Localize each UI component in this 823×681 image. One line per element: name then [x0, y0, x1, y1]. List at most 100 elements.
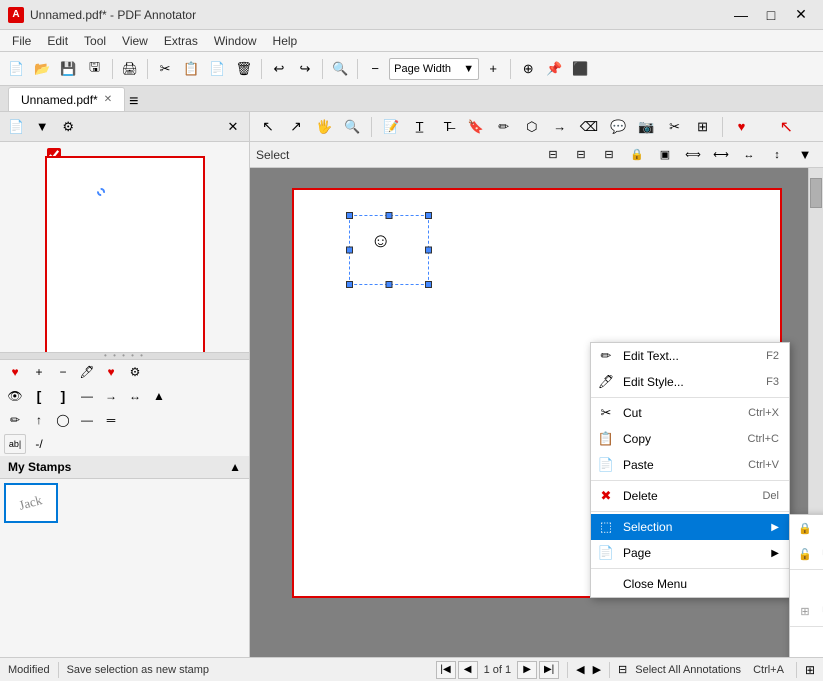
sub-group[interactable]: ▣ Group [790, 572, 823, 598]
arrow-tool[interactable]: ↗ [284, 114, 308, 140]
navigate-forward-btn[interactable]: ▶ [593, 663, 601, 676]
copy-button[interactable]: 📋 [179, 56, 203, 82]
status-stamp-btn[interactable]: ⊟ [618, 663, 627, 676]
navigate-back-btn[interactable]: ◀ [576, 663, 584, 676]
more-sec[interactable]: ▼ [793, 142, 817, 168]
ctx-selection[interactable]: ⬚ Selection ▶ 🔒 Lock 🔓 Unlock ▣ [591, 514, 789, 540]
grid-view-btn[interactable]: ⊞ [805, 663, 815, 677]
undo-button[interactable]: ↩ [267, 56, 291, 82]
scroll-up-btn[interactable]: ▲ [148, 386, 170, 406]
paste-button[interactable]: 📄 [205, 56, 229, 82]
tab-unnamed-pdf[interactable]: Unnamed.pdf* ✕ [8, 87, 125, 111]
bracket-l-btn[interactable]: [ [28, 386, 50, 406]
highlight-tool[interactable]: 📝 [379, 114, 403, 140]
delete-button[interactable]: 🗑 [231, 56, 256, 82]
menu-file[interactable]: File [4, 32, 39, 50]
panel-drop-btn[interactable]: ▼ [30, 114, 54, 140]
ctx-page[interactable]: 📄 Page ▶ [591, 540, 789, 566]
dist-v[interactable]: ⟷ [709, 142, 733, 168]
stamps-collapse-icon[interactable]: ▲ [229, 460, 241, 474]
zoom-out-button[interactable]: − [363, 56, 387, 82]
menu-tool[interactable]: Tool [76, 32, 114, 50]
dash-btn[interactable]: — [76, 410, 98, 430]
menu-extras[interactable]: Extras [156, 32, 206, 50]
group-btn[interactable]: ▣ [653, 142, 677, 168]
stamp-item[interactable]: Jack [4, 483, 58, 523]
new-button[interactable]: 📄 [4, 56, 28, 82]
save-button[interactable]: 💾 [56, 56, 80, 82]
tab-close-icon[interactable]: ✕ [104, 94, 112, 105]
align-center[interactable]: ⊟ [569, 142, 593, 168]
underline-tool[interactable]: T̲ [408, 114, 432, 140]
close-button[interactable]: ✕ [787, 4, 815, 26]
crop-tool[interactable]: ✂ [663, 114, 687, 140]
panel-divider[interactable]: • • • • • [0, 352, 249, 360]
tb-btn-8[interactable]: 📌 [542, 56, 566, 82]
sub-lock[interactable]: 🔒 Lock [790, 515, 823, 541]
minus-btn[interactable]: − [52, 362, 74, 382]
floppy-button[interactable]: 🖫 [83, 56, 107, 82]
first-page-btn[interactable]: |◀ [436, 661, 456, 679]
sub-align[interactable]: ≡ Align ▶ [790, 629, 823, 655]
pen-tool[interactable]: ✏ [492, 114, 516, 140]
eye-btn[interactable]: 👁 [4, 386, 26, 406]
heart-tool[interactable]: ♥ [730, 114, 754, 140]
minimize-button[interactable]: — [727, 4, 755, 26]
arrow2-tool[interactable]: → [548, 114, 572, 140]
settings-btn[interactable]: ⚙ [124, 362, 146, 382]
ctx-edit-style[interactable]: 🖊 Edit Style... F3 [591, 369, 789, 395]
ctx-paste[interactable]: 📄 Paste Ctrl+V [591, 452, 789, 478]
maximize-button[interactable]: □ [757, 4, 785, 26]
select-tool[interactable]: ↖ [256, 114, 280, 140]
ctx-close-menu[interactable]: Close Menu [591, 571, 789, 597]
zoom-in-button[interactable]: + [481, 56, 505, 82]
hand-tool[interactable]: 🖐 [312, 114, 336, 140]
arrow-btn[interactable]: → [100, 386, 122, 406]
pen-btn[interactable]: 🖊 [76, 362, 98, 382]
panel-config-btn[interactable]: ⚙ [56, 114, 80, 140]
ctx-delete[interactable]: ✖ Delete Del [591, 483, 789, 509]
slash-btn[interactable]: -/ [28, 434, 50, 454]
size-w[interactable]: ↔ [737, 142, 761, 168]
panel-new-btn[interactable]: 📄 [4, 114, 28, 140]
page-width-dropdown[interactable]: Page Width ▼ [389, 58, 479, 80]
callout-tool[interactable]: 💬 [606, 114, 630, 140]
menu-window[interactable]: Window [206, 32, 265, 50]
align-left[interactable]: ⊟ [541, 142, 565, 168]
dblarrow-btn[interactable]: ↔ [124, 386, 146, 406]
stamp-tool[interactable]: 🔖 [464, 114, 488, 140]
open-button[interactable]: 📂 [30, 56, 54, 82]
tb-btn-7[interactable]: ⊕ [516, 56, 540, 82]
lock-btn[interactable]: 🔒 [625, 142, 649, 168]
abc-btn[interactable]: ab| [4, 434, 26, 454]
dist-h[interactable]: ⟺ [681, 142, 705, 168]
line-btn[interactable]: — [76, 386, 98, 406]
add-btn[interactable]: + [28, 362, 50, 382]
print-button[interactable]: 🖨 [118, 56, 143, 82]
zoom-tool[interactable]: 🔍 [340, 114, 364, 140]
ctx-edit-text[interactable]: ✏ Edit Text... F2 [591, 343, 789, 369]
menu-edit[interactable]: Edit [39, 32, 76, 50]
heart-btn[interactable]: ♥ [4, 362, 26, 382]
last-page-btn[interactable]: ▶| [539, 661, 559, 679]
arrow2-btn[interactable]: ↑ [28, 410, 50, 430]
strikethrough-tool[interactable]: T̶ [436, 114, 460, 140]
menu-help[interactable]: Help [265, 32, 306, 50]
tb-btn-9[interactable]: ⬛ [568, 56, 592, 82]
heart2-btn[interactable]: ♥ [100, 362, 122, 382]
camera-tool[interactable]: 📷 [634, 114, 658, 140]
cursor-tool[interactable]: ↖ [780, 117, 793, 137]
pencil-btn[interactable]: ✏ [4, 410, 26, 430]
eraser-tool[interactable]: ⌫ [576, 114, 602, 140]
redo-button[interactable]: ↪ [293, 56, 317, 82]
cut-button[interactable]: ✂ [153, 56, 177, 82]
prev-page-btn[interactable]: ◀ [458, 661, 478, 679]
circle-btn[interactable]: ◯ [52, 410, 74, 430]
ctx-cut[interactable]: ✂ Cut Ctrl+X [591, 400, 789, 426]
next-page-btn[interactable]: ▶ [517, 661, 537, 679]
panel-close-btn[interactable]: ✕ [221, 114, 245, 140]
align-right[interactable]: ⊟ [597, 142, 621, 168]
menu-view[interactable]: View [114, 32, 156, 50]
bracket-r-btn[interactable]: ] [52, 386, 74, 406]
dbldash-btn[interactable]: ═ [100, 410, 122, 430]
